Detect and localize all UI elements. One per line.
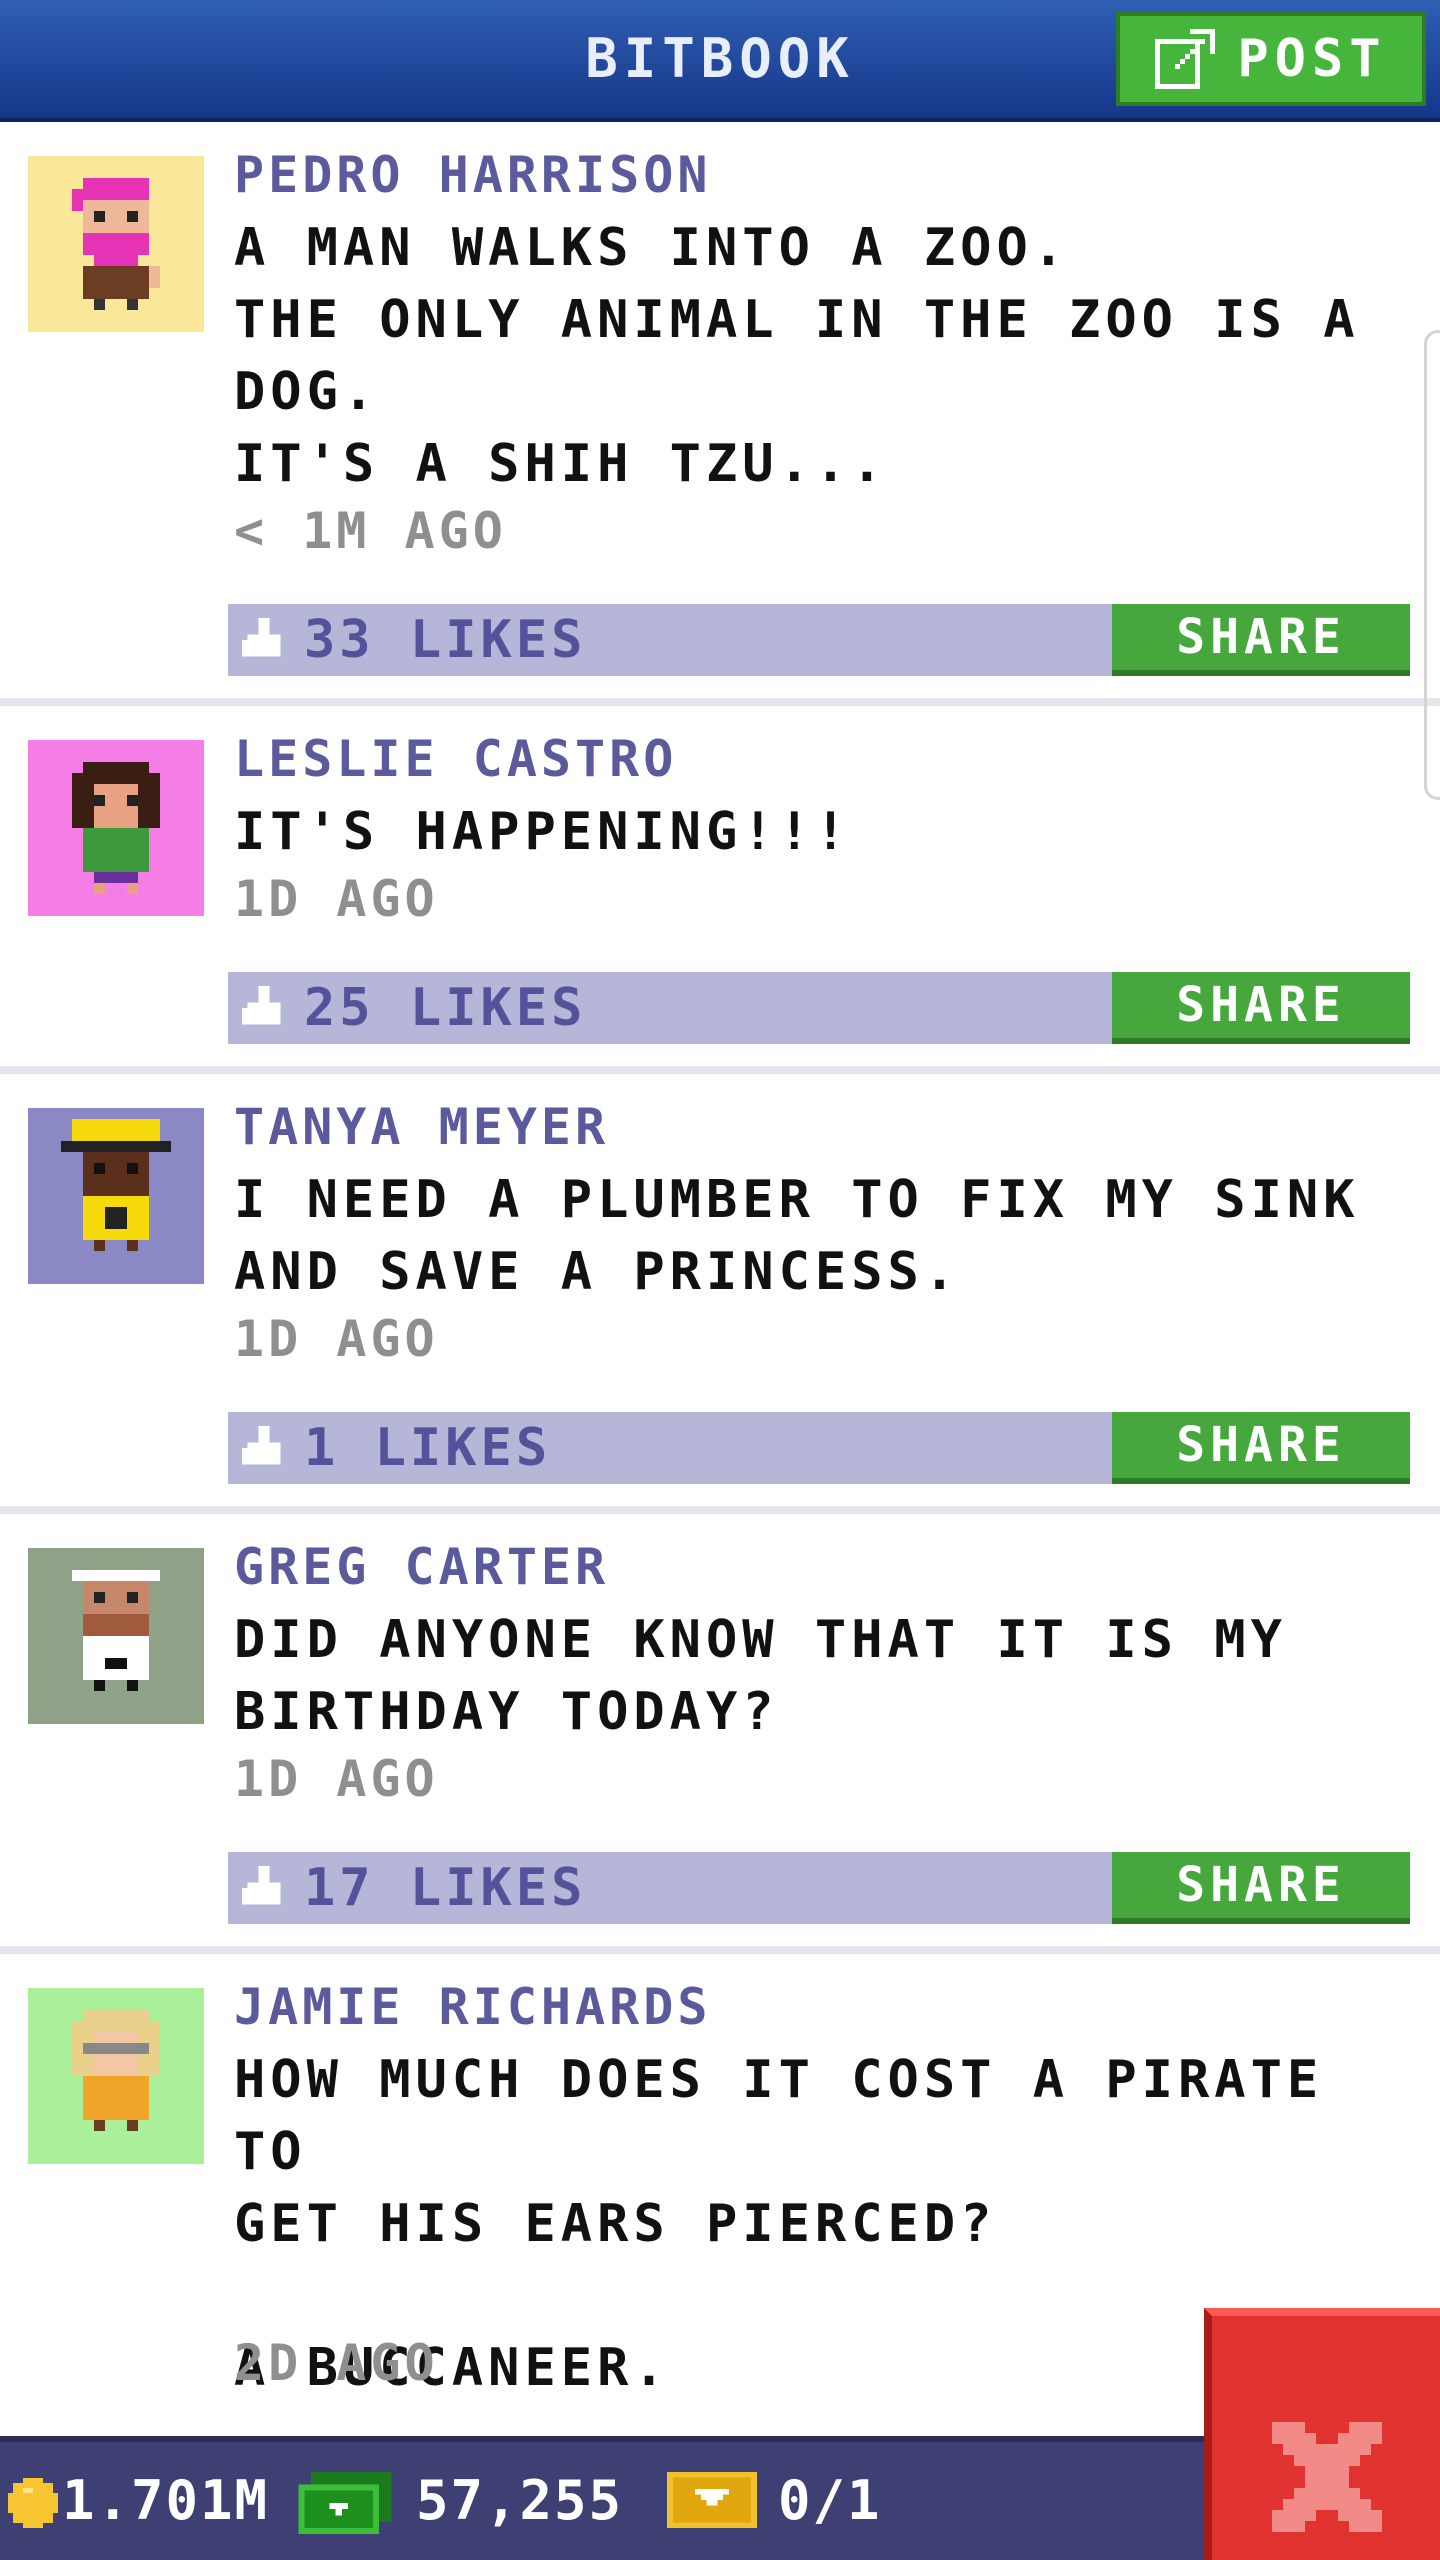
- edit-icon: [1155, 29, 1216, 89]
- avatar-image: [28, 156, 204, 332]
- post-text: I NEED A PLUMBER TO FIX MY SINK AND SAVE…: [234, 1170, 1360, 1302]
- post-timestamp: 2D AGO: [234, 2334, 439, 2392]
- share-button[interactable]: SHARE: [1112, 1852, 1410, 1924]
- post-timestamp: < 1M AGO: [234, 502, 507, 560]
- like-icon[interactable]: [242, 986, 286, 1030]
- cash-icon: [298, 2472, 392, 2534]
- avatar[interactable]: [28, 1988, 204, 2164]
- coin-icon: [8, 2478, 58, 2528]
- feed-post: LESLIE CASTRO IT'S HAPPENING!!! 1D AGO 2…: [0, 706, 1440, 1074]
- feed-post: TANYA MEYER I NEED A PLUMBER TO FIX MY S…: [0, 1074, 1440, 1514]
- post-timestamp: 1D AGO: [234, 1310, 439, 1368]
- post-author: GREG CARTER: [234, 1538, 610, 1596]
- coins-amount: 1.701M: [62, 2469, 270, 2532]
- like-icon[interactable]: [242, 1426, 286, 1470]
- avatar[interactable]: [28, 1108, 204, 1284]
- share-button[interactable]: SHARE: [1112, 1412, 1410, 1484]
- post-text: IT'S HAPPENING!!!: [234, 802, 852, 862]
- likes-count: 1 LIKES: [304, 1418, 552, 1478]
- likes-bar: 25 LIKES SHARE: [228, 972, 1410, 1044]
- avatar-image: [28, 1988, 204, 2164]
- share-button[interactable]: SHARE: [1112, 604, 1410, 676]
- ticket-icon: [667, 2472, 757, 2528]
- post-author: LESLIE CASTRO: [234, 730, 678, 788]
- avatar-image: [28, 1108, 204, 1284]
- close-button[interactable]: [1204, 2308, 1440, 2560]
- close-icon: [1272, 2422, 1382, 2532]
- likes-bar: 1 LIKES SHARE: [228, 1412, 1410, 1484]
- scrollbar[interactable]: [1424, 330, 1440, 800]
- likes-count: 17 LIKES: [304, 1858, 587, 1918]
- avatar-image: [28, 1548, 204, 1724]
- likes-bar: 33 LIKES SHARE: [228, 604, 1410, 676]
- avatar[interactable]: [28, 740, 204, 916]
- likes-bar: 17 LIKES SHARE: [228, 1852, 1410, 1924]
- likes-count: 25 LIKES: [304, 978, 587, 1038]
- post-author: JAMIE RICHARDS: [234, 1978, 712, 2036]
- avatar[interactable]: [28, 1548, 204, 1724]
- app-header: BITBOOK POST: [0, 0, 1440, 122]
- bux-amount: 57,255: [416, 2469, 624, 2532]
- share-button[interactable]: SHARE: [1112, 972, 1410, 1044]
- post-button[interactable]: POST: [1116, 12, 1426, 106]
- feed-post: GREG CARTER DID ANYONE KNOW THAT IT IS M…: [0, 1514, 1440, 1954]
- post-timestamp: 1D AGO: [234, 870, 439, 928]
- like-icon[interactable]: [242, 1866, 286, 1910]
- post-button-label: POST: [1237, 29, 1387, 89]
- like-icon[interactable]: [242, 618, 286, 662]
- avatar[interactable]: [28, 156, 204, 332]
- post-text: A MAN WALKS INTO A ZOO. THE ONLY ANIMAL …: [234, 218, 1360, 494]
- post-author: PEDRO HARRISON: [234, 146, 712, 204]
- tickets-amount: 0/1: [778, 2469, 882, 2532]
- post-timestamp: 1D AGO: [234, 1750, 439, 1808]
- likes-count: 33 LIKES: [304, 610, 587, 670]
- avatar-image: [28, 740, 204, 916]
- post-text: DID ANYONE KNOW THAT IT IS MY BIRTHDAY T…: [234, 1610, 1287, 1742]
- feed-post: PEDRO HARRISON A MAN WALKS INTO A ZOO. T…: [0, 122, 1440, 706]
- post-author: TANYA MEYER: [234, 1098, 610, 1156]
